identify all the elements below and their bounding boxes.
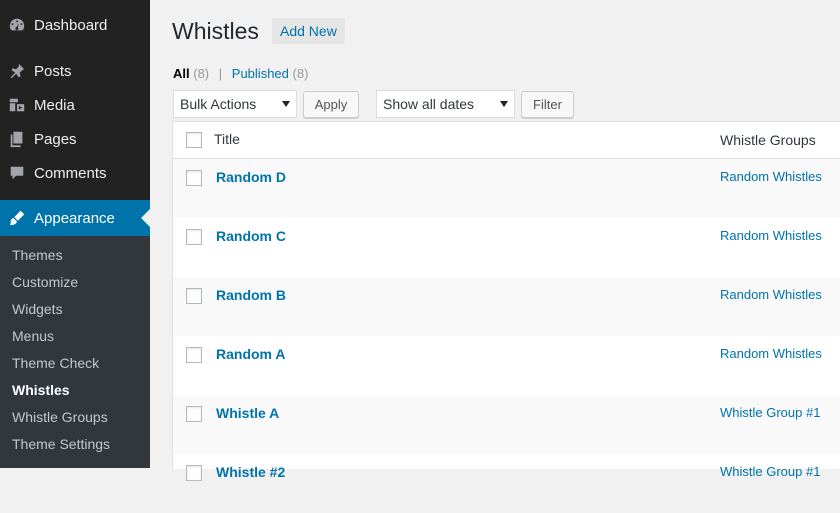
row-checkbox[interactable] — [186, 406, 202, 422]
pages-icon — [7, 129, 27, 149]
filter-button[interactable]: Filter — [521, 91, 574, 118]
row-group-link[interactable]: Random Whistles — [720, 228, 822, 243]
menu-label: Media — [34, 96, 75, 114]
table-row: Random B Random Whistles — [173, 277, 840, 336]
page-title: Whistles — [172, 18, 259, 44]
table-row: Random C Random Whistles — [173, 218, 840, 277]
submenu-item-widgets[interactable]: Widgets — [12, 300, 63, 318]
date-filter-value: Show all dates — [383, 96, 475, 112]
comment-icon — [7, 163, 27, 183]
filter-all-link[interactable]: All — [173, 66, 190, 81]
submenu-item-theme-check[interactable]: Theme Check — [12, 354, 99, 372]
table-row: Random D Random Whistles — [173, 159, 840, 218]
submenu-item-whistle-groups[interactable]: Whistle Groups — [12, 408, 108, 426]
chevron-down-icon — [500, 101, 508, 107]
table-row: Whistle #2 Whistle Group #1 — [173, 454, 840, 513]
row-group-link[interactable]: Whistle Group #1 — [720, 464, 820, 479]
menu-item-posts[interactable]: Posts — [0, 54, 150, 88]
bulk-actions-select[interactable]: Bulk Actions — [173, 90, 297, 118]
menu-label: Comments — [34, 164, 107, 182]
menu-item-media[interactable]: Media — [0, 88, 150, 122]
filter-published-count: (8) — [292, 66, 309, 81]
pin-icon — [7, 61, 27, 81]
submenu-item-menus[interactable]: Menus — [12, 327, 54, 345]
submenu-item-theme-settings[interactable]: Theme Settings — [12, 435, 110, 453]
filter-separator: | — [218, 66, 223, 81]
table-row: Random A Random Whistles — [173, 336, 840, 395]
apply-button[interactable]: Apply — [303, 91, 359, 118]
appearance-submenu: Themes Customize Widgets Menus Theme Che… — [0, 236, 150, 468]
menu-label: Pages — [34, 130, 77, 148]
row-title-link[interactable]: Random B — [216, 287, 286, 303]
column-whistle-groups: Whistle Groups — [720, 132, 816, 148]
row-checkbox[interactable] — [186, 170, 202, 186]
column-title[interactable]: Title — [214, 131, 240, 147]
row-checkbox[interactable] — [186, 465, 202, 481]
row-title-link[interactable]: Random A — [216, 346, 285, 362]
menu-item-appearance[interactable]: Appearance — [0, 200, 150, 236]
row-title-link[interactable]: Random D — [216, 169, 286, 185]
row-group-link[interactable]: Random Whistles — [720, 346, 822, 361]
menu-item-dashboard[interactable]: Dashboard — [0, 8, 150, 42]
table-row: Whistle A Whistle Group #1 — [173, 395, 840, 454]
row-checkbox[interactable] — [186, 288, 202, 304]
row-group-link[interactable]: Random Whistles — [720, 287, 822, 302]
admin-sidebar: Dashboard Posts Media Pages Comments App… — [0, 0, 150, 468]
table-header: Title Whistle Groups — [173, 122, 840, 159]
date-filter-select[interactable]: Show all dates — [376, 90, 515, 118]
add-new-button[interactable]: Add New — [272, 18, 345, 44]
row-title-link[interactable]: Whistle A — [216, 405, 279, 421]
filter-all-count: (8) — [193, 66, 210, 81]
menu-label: Dashboard — [34, 16, 108, 34]
submenu-item-customize[interactable]: Customize — [12, 273, 78, 291]
menu-label: Posts — [34, 62, 72, 80]
chevron-down-icon — [282, 101, 290, 107]
brush-icon — [7, 208, 27, 228]
row-checkbox[interactable] — [186, 229, 202, 245]
select-all-checkbox[interactable] — [186, 132, 202, 148]
submenu-item-themes[interactable]: Themes — [12, 246, 63, 264]
row-title-link[interactable]: Random C — [216, 228, 286, 244]
menu-item-pages[interactable]: Pages — [0, 122, 150, 156]
whistles-table: Title Whistle Groups Random D Random Whi… — [172, 121, 840, 481]
submenu-item-whistles[interactable]: Whistles — [12, 381, 70, 399]
bulk-actions-value: Bulk Actions — [180, 96, 257, 112]
status-filter: All (8) | Published (8) — [173, 66, 308, 82]
menu-label: Appearance — [34, 209, 115, 227]
row-title-link[interactable]: Whistle #2 — [216, 464, 285, 480]
dashboard-icon — [7, 15, 27, 35]
row-checkbox[interactable] — [186, 347, 202, 363]
media-icon — [7, 95, 27, 115]
row-group-link[interactable]: Random Whistles — [720, 169, 822, 184]
row-group-link[interactable]: Whistle Group #1 — [720, 405, 820, 420]
filter-published-link[interactable]: Published — [232, 66, 289, 81]
menu-item-comments[interactable]: Comments — [0, 156, 150, 190]
